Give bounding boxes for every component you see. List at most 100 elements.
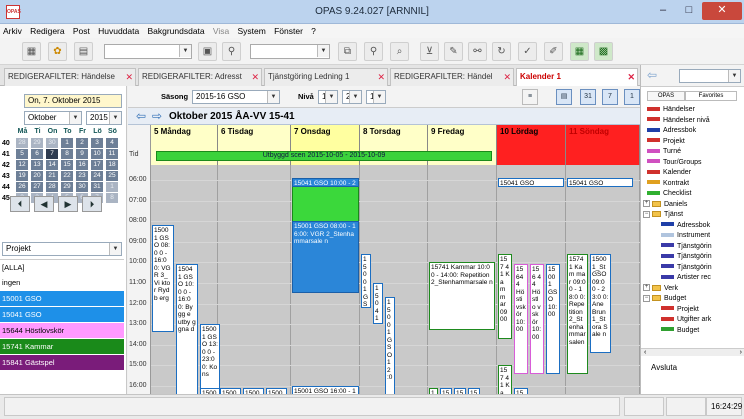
calendar-day[interactable]: 30 [76,182,88,192]
menu-fonster[interactable]: Fönster [271,24,306,38]
project-list-item[interactable]: [ALLA] [0,259,124,274]
tree-item[interactable]: Tour/Groups [641,158,744,168]
month-view-icon[interactable]: 1 [624,89,640,105]
calendar-event[interactable]: 15741 Kammar 10:00 - 14:00: Repetition 2… [429,262,495,331]
menu-post[interactable]: Post [70,24,93,38]
tree-item[interactable]: Artister rec [641,273,744,283]
event-banner[interactable]: Utbyggd scen 2015-10-05 - 2015-10-09 [156,151,492,161]
tree-item[interactable]: Turné [641,147,744,157]
tab-kalender[interactable]: Kalender 1 ✕ [516,68,638,86]
calendar-day[interactable]: 4 [106,138,118,148]
calendar-day[interactable]: 9 [76,149,88,159]
tree-item[interactable]: Kontrakt [641,179,744,189]
day-column-tuesday[interactable] [218,165,291,394]
menu-system[interactable]: System [235,24,269,38]
project-list-item[interactable]: 15841 Gästspel [0,355,124,370]
year-select[interactable]: 2015 ▼ [86,111,122,125]
tree-item[interactable]: − Tjänst [641,210,744,220]
nav-next-button[interactable]: ▶ [58,196,78,212]
calendar-event[interactable]: 157 41 Ka mm [498,365,512,394]
calendar-day[interactable]: 13 [31,160,43,170]
calendar-day[interactable]: 26 [16,182,28,192]
search-icon[interactable]: ⚲ [222,42,241,61]
date-field[interactable]: On, 7. Oktober 2015 [24,94,122,108]
tab-close-icon[interactable]: ✕ [503,69,511,85]
tree-item[interactable]: Instrument [641,231,744,241]
calendar-day[interactable]: 1 [61,138,73,148]
tree-item[interactable]: + Daniels [641,200,744,210]
menu-arkiv[interactable]: Arkiv [0,24,25,38]
filter-icon[interactable]: ⊻ [420,42,439,61]
scroll-left-icon[interactable]: ‹ [641,349,646,356]
menu-visa[interactable]: Visa [210,24,232,38]
calendar-day[interactable]: 11 [106,149,118,159]
menu-bakgrundsdata[interactable]: Bakgrundsdata [144,24,207,38]
calendar-event[interactable]: 15001 GSO 16:00 - 18:00: [292,386,359,394]
expand-toggle-icon[interactable]: − [643,294,650,302]
project-list-item[interactable]: 15644 Höstlovskör [0,323,124,338]
calendar-day[interactable]: 18 [106,160,118,170]
tab-opas[interactable]: OPAS [647,91,685,101]
workweek-view-icon[interactable]: 7 [602,89,618,105]
refresh-icon[interactable]: ↻ [492,42,511,61]
tree-item[interactable]: Projekt [641,305,744,315]
level-select-1[interactable]: 1▼ [318,90,338,104]
calendar-day[interactable]: 29 [31,138,43,148]
tab-filter-handelse[interactable]: REDIGERAFILTER: Händelse ✕ [4,68,136,86]
calendar-day[interactable]: 3 [91,138,103,148]
calendar-event[interactable]: 15041 GSO 10:00 - 23:00 [292,177,359,187]
calendar-event[interactable]: 15001 GSO 08:00 - 16:00: VGR 2_Stenhamma… [292,221,359,294]
calendar-day[interactable]: 19 [16,171,28,181]
calendar-event[interactable]: 15 00 1 G S O 12 :0 [385,297,395,394]
pen-icon[interactable]: ✐ [544,42,563,61]
toolbar-combo-2[interactable]: ▼ [250,44,330,59]
calendar-day[interactable]: 17 [91,160,103,170]
calendar-view-icon[interactable]: ▦ [570,42,589,61]
menu-huvuddata[interactable]: Huvuddata [95,24,142,38]
calendar-event[interactable]: 15041 GSO [567,177,633,187]
calendar-event[interactable]: 1500 1 GSO 08:0 0 - 16:0 0: VGR 3_Vi kto… [152,225,174,333]
tree-item[interactable]: Utgifter ark [641,315,744,325]
tab-close-icon[interactable]: ✕ [125,69,133,85]
calendar-event[interactable]: 15 64 4 Hö sti vsk ör 10: 00 [514,264,528,374]
calendar-event[interactable]: 15041 GSO [498,177,564,187]
back-arrow-icon[interactable]: ⇦ [647,68,657,82]
day-header-sunday[interactable]: 11 Söndag [566,125,640,165]
day-view-icon[interactable]: ▤ [556,89,572,105]
tree-item[interactable]: Tjänstgörin [641,252,744,262]
zoom-icon[interactable]: ⌕ [390,42,409,61]
calendar-day[interactable]: 30 [46,138,58,148]
calendar-day[interactable]: 29 [61,182,73,192]
calendar-day[interactable]: 14 [46,160,58,170]
project-list-item[interactable]: 15001 GSO [0,291,124,306]
tree-item[interactable]: Händelser [641,105,744,115]
print-icon[interactable]: ▤ [74,42,93,61]
calendar-day[interactable]: 5 [16,149,28,159]
calendar-add-icon[interactable]: ▩ [594,42,613,61]
calendar-day[interactable]: 8 [61,149,73,159]
expand-toggle-icon[interactable]: + [643,200,650,208]
calendar-day[interactable]: 22 [61,171,73,181]
expand-toggle-icon[interactable]: − [643,210,650,218]
calendar-event[interactable]: 156 44 Hö stlo vsk ör 10: 00 [530,264,544,374]
calendar-day[interactable]: 2 [76,138,88,148]
edit-icon[interactable]: ✎ [444,42,463,61]
gear-icon[interactable]: ✿ [48,42,67,61]
day-header-saturday[interactable]: 10 Lördag [497,125,566,165]
tab-close-icon[interactable]: ✕ [377,69,385,85]
tree-item[interactable]: Tjänstgörin [641,242,744,252]
tree-item[interactable]: − Budget [641,294,744,304]
calendar-event[interactable]: 15 04 1 G S O 11 :0 [373,283,383,325]
avsluta-label[interactable]: Avsluta [651,363,677,372]
calendar-day[interactable]: 23 [76,171,88,181]
calendar-day[interactable]: 8 [106,193,118,203]
toolbar-combo-1[interactable]: ▼ [104,44,192,59]
calendar-event[interactable]: 1500 1_St GSO 09:0 0 - 23:0 0: Ane Brun … [590,254,611,354]
calendar-event[interactable]: 15 00 1 GS O 10: 00 [546,264,560,374]
navigator-combo[interactable]: ▼ [679,69,741,83]
season-select[interactable]: 2015-16 GSO ▼ [192,90,280,104]
tab-tjanstgoring[interactable]: Tjänstgöring Ledning 1 ✕ [264,68,388,86]
grid-icon[interactable]: ▦ [22,42,41,61]
calendar-day[interactable]: 20 [31,171,43,181]
tree-item[interactable]: Budget [641,326,744,336]
